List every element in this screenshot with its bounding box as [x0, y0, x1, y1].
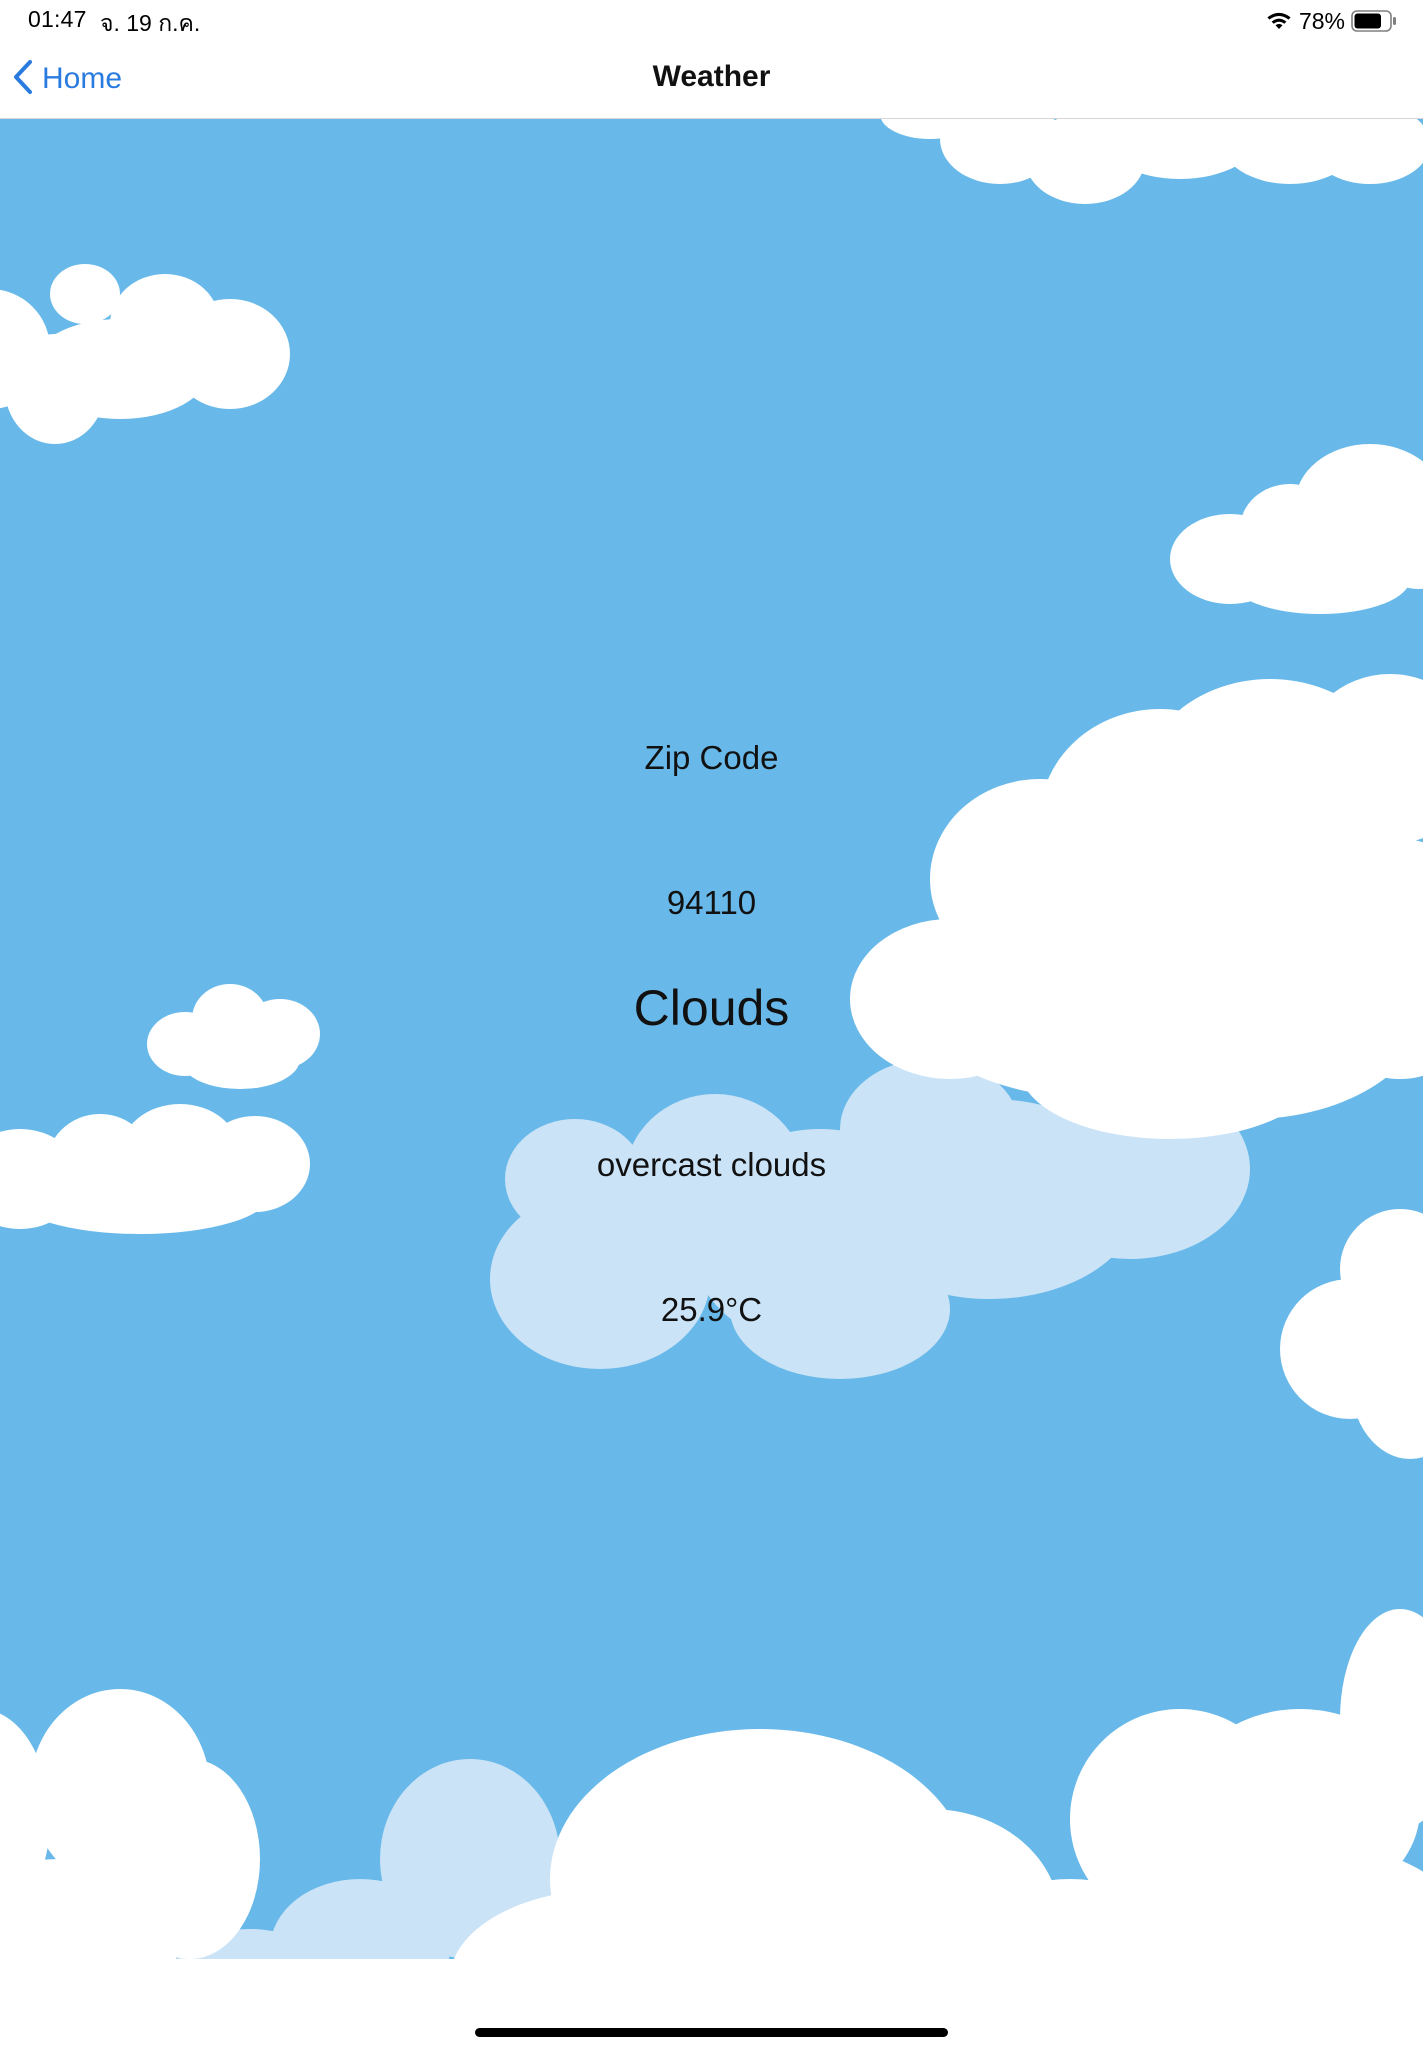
status-date: จ. 19 ก.ค.	[100, 10, 201, 36]
weather-content: Zip Code 94110 Clouds overcast clouds 25…	[0, 119, 1423, 2007]
status-bar: 01:47 จ. 19 ก.ค. 78%	[0, 0, 1423, 42]
status-indicators: 78%	[1265, 6, 1397, 36]
battery-icon	[1351, 10, 1397, 32]
status-time: 01:47	[28, 6, 87, 32]
bottom-bar	[0, 2007, 1423, 2048]
battery-percent: 78%	[1298, 7, 1345, 34]
temperature-value: 25.9°C	[660, 1291, 763, 1328]
weather-description: overcast clouds	[596, 1146, 827, 1183]
zip-code-label: Zip Code	[644, 739, 779, 776]
weather-condition: Clouds	[633, 980, 790, 1036]
zip-code-value: 94110	[666, 884, 757, 921]
home-indicator[interactable]	[475, 2028, 948, 2037]
page-title: Weather	[652, 60, 771, 93]
wifi-icon	[1265, 10, 1293, 32]
navigation-bar: Home Weather	[0, 42, 1423, 119]
